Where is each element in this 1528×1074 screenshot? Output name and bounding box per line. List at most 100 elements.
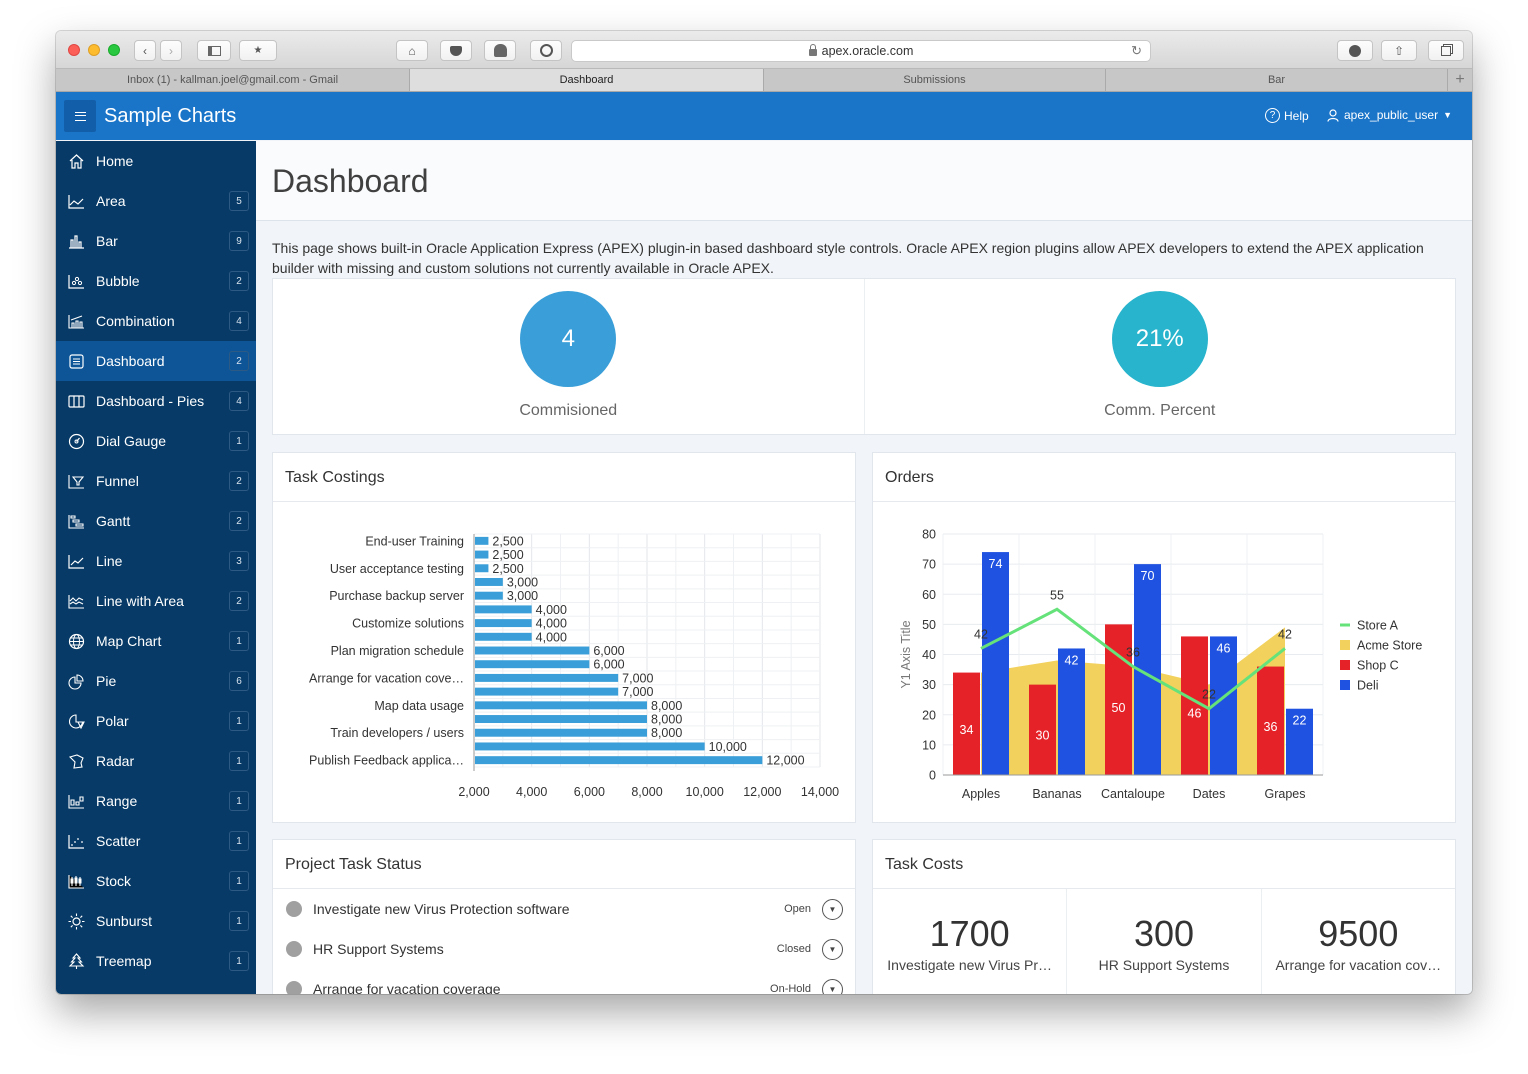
sidebar-item-funnel[interactable]: Funnel 2	[56, 461, 256, 501]
tab-bar[interactable]: Bar	[1106, 69, 1448, 91]
address-bar[interactable]: apex.oracle.com ↻	[571, 40, 1151, 62]
sidebar-item-area[interactable]: Area 5	[56, 181, 256, 221]
sidebar-item-label: Combination	[96, 313, 175, 329]
badge-label: Comm. Percent	[1104, 402, 1216, 419]
status-list-item[interactable]: Arrange for vacation coverage On-Hold ▼	[273, 969, 855, 994]
badge-circle: 21%	[1111, 291, 1208, 387]
region-title: Project Task Status	[273, 840, 855, 889]
close-window-button[interactable]	[68, 44, 80, 56]
password-manager-button[interactable]	[530, 40, 562, 61]
bookmarks-button[interactable]: ★	[239, 40, 277, 61]
sidebar-item-bubble[interactable]: Bubble 2	[56, 261, 256, 301]
sidebar-item-label: Area	[96, 193, 126, 209]
sidebar-item-radar[interactable]: Radar 1	[56, 741, 256, 781]
bar	[475, 646, 590, 655]
share-button[interactable]: ⇧	[1381, 40, 1417, 61]
sidebar-item-count-badge: 1	[229, 431, 249, 451]
chevron-down-circle-icon[interactable]: ▼	[822, 898, 843, 920]
task-status: On-Hold	[770, 983, 811, 994]
sidebar-item-line[interactable]: Line 3	[56, 541, 256, 581]
data-label: 36	[1264, 720, 1278, 734]
sidebar-icon	[207, 45, 221, 56]
cost-value: 9500	[1318, 913, 1399, 954]
data-label: 8,000	[651, 699, 682, 713]
chevron-down-circle-icon[interactable]: ▼	[822, 978, 843, 994]
help-link[interactable]: ? Help	[1265, 108, 1309, 123]
sidebar-item-count-badge: 1	[229, 711, 249, 731]
sidebar-item-count-badge: 2	[229, 511, 249, 531]
sidebar-item-combination[interactable]: Combination 4	[56, 301, 256, 341]
cost-metric[interactable]: 1700 Investigate new Virus Pr…	[873, 889, 1068, 994]
forward-button[interactable]: ›	[160, 40, 182, 61]
sidebar-item-line-with-area[interactable]: Line with Area 2	[56, 581, 256, 621]
sidebar-item-dashboard[interactable]: Dashboard 2	[56, 341, 256, 381]
chevron-left-icon: ‹	[143, 43, 147, 58]
x-tick-label: Apples	[962, 787, 1000, 801]
reload-icon[interactable]: ↻	[1131, 43, 1142, 59]
sidebar-item-label: Map Chart	[96, 633, 162, 649]
sidebar-item-dashboard-pies[interactable]: Dashboard - Pies 4	[56, 381, 256, 421]
tab-gmail[interactable]: Inbox (1) - kallman.joel@gmail.com - Gma…	[56, 69, 410, 91]
sidebar-item-gantt[interactable]: Gantt 2	[56, 501, 256, 541]
gauge-icon	[68, 433, 85, 450]
sidebar-item-count-badge: 5	[229, 191, 249, 211]
cost-metric[interactable]: 300 HR Support Systems	[1067, 889, 1262, 994]
app-title[interactable]: Sample Charts	[104, 105, 236, 128]
navigation-menu-button[interactable]	[64, 100, 96, 132]
status-list-item[interactable]: Investigate new Virus Protection softwar…	[273, 889, 855, 929]
bar	[475, 577, 503, 586]
tab-submissions[interactable]: Submissions	[764, 69, 1106, 91]
sidebar-item-home[interactable]: Home	[56, 141, 256, 181]
user-menu[interactable]: apex_public_user ▼	[1327, 108, 1452, 122]
sidebar-item-polar[interactable]: Polar 1	[56, 701, 256, 741]
home-button[interactable]: ⌂	[396, 40, 428, 61]
chevron-down-circle-icon[interactable]: ▼	[822, 938, 843, 960]
tab-overview-button[interactable]	[1428, 40, 1464, 61]
sidebar-item-label: Bar	[96, 233, 118, 249]
status-dot-icon	[286, 901, 302, 917]
badge-comm-percent[interactable]: 21% Comm. Percent	[865, 279, 1456, 434]
sidebar-item-dial-gauge[interactable]: Dial Gauge 1	[56, 421, 256, 461]
sidebar-item-count-badge: 9	[229, 231, 249, 251]
back-button[interactable]: ‹	[134, 40, 156, 61]
zoom-window-button[interactable]	[108, 44, 120, 56]
sidebar-item-scatter[interactable]: Scatter 1	[56, 821, 256, 861]
bar	[475, 605, 532, 614]
sidebar-item-sunburst[interactable]: Sunburst 1	[56, 901, 256, 941]
sidebar-item-pie[interactable]: Pie 6	[56, 661, 256, 701]
user-name: apex_public_user	[1344, 108, 1439, 122]
bar-deli	[982, 552, 1009, 775]
sidebar-item-treemap[interactable]: Treemap 1	[56, 941, 256, 981]
badge-commisioned[interactable]: 4 Commisioned	[273, 279, 865, 434]
sidebar-item-count-badge: 2	[229, 471, 249, 491]
status-list-item[interactable]: HR Support Systems Closed ▼	[273, 929, 855, 969]
pocket-button[interactable]	[440, 40, 472, 61]
task-name: Arrange for vacation coverage	[313, 981, 501, 994]
cost-metric[interactable]: 9500 Arrange for vacation cov…	[1262, 889, 1455, 994]
bar	[475, 632, 532, 641]
data-label: 6,000	[593, 644, 624, 658]
data-label: 42	[974, 627, 988, 641]
new-tab-button[interactable]: +	[1448, 69, 1472, 91]
sidebar-item-count-badge: 4	[229, 311, 249, 331]
category-label: Train developers / users	[330, 726, 464, 740]
pie-chart-icon	[68, 673, 85, 690]
pocket-icon	[450, 45, 462, 56]
task-status: Closed	[776, 943, 811, 955]
sidebar-item-count-badge: 2	[229, 351, 249, 371]
data-label: 74	[989, 557, 1003, 571]
minimize-window-button[interactable]	[88, 44, 100, 56]
tab-dashboard[interactable]: Dashboard	[410, 69, 764, 91]
extension-button[interactable]	[484, 40, 516, 61]
sidebar-item-label: Home	[96, 153, 134, 169]
sidebar-item-range[interactable]: Range 1	[56, 781, 256, 821]
sidebar-item-bar[interactable]: Bar 9	[56, 221, 256, 261]
sidebar-toggle-button[interactable]	[197, 40, 231, 61]
sidebar-item-stock[interactable]: Stock 1	[56, 861, 256, 901]
orders-region: Orders 0 10 20 30 40 50 60 70 80 34 30 50 46 36 74 42 70…	[872, 452, 1456, 823]
downloads-button[interactable]	[1337, 40, 1373, 61]
cost-value: 300	[1133, 913, 1195, 954]
category-label: Purchase backup server	[329, 589, 464, 603]
sidebar-item-label: Bubble	[96, 273, 140, 289]
sidebar-item-map-chart[interactable]: Map Chart 1	[56, 621, 256, 661]
